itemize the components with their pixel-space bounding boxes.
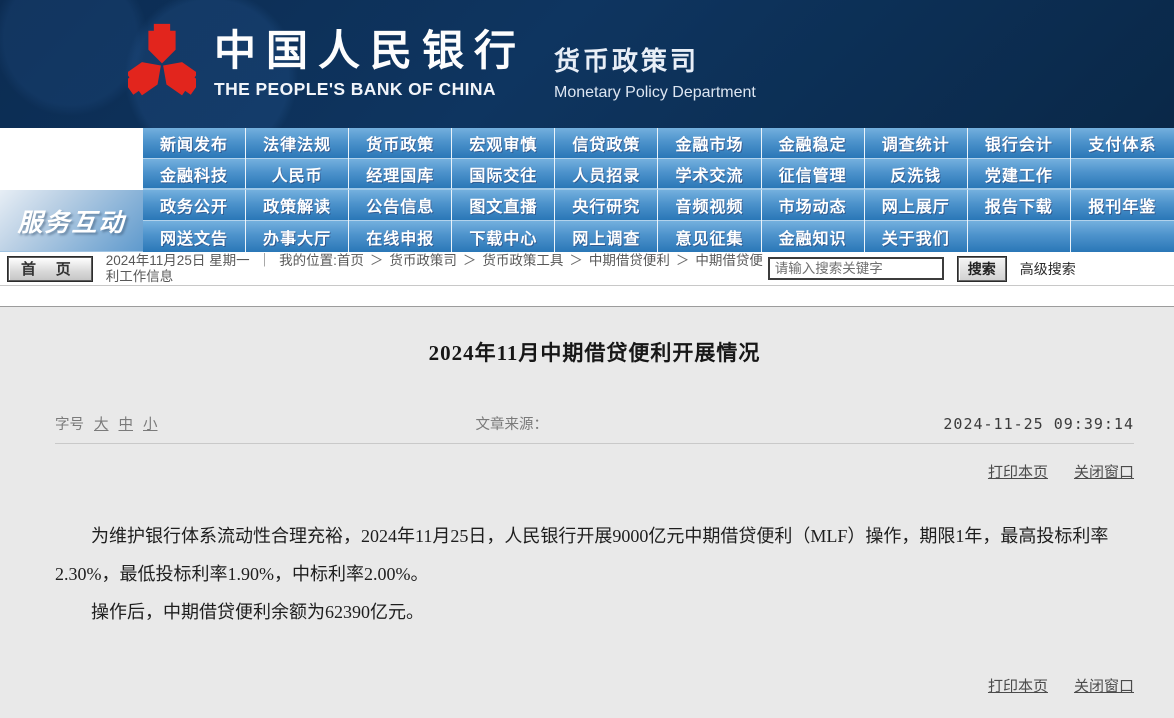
nav-item-online-exhibition[interactable]: 网上展厅 xyxy=(865,190,968,221)
breadcrumb-policy-tools[interactable]: 货币政策工具 xyxy=(482,253,563,268)
nav-item-credit-info[interactable]: 征信管理 xyxy=(762,159,865,190)
print-page-link[interactable]: 打印本页 xyxy=(988,461,1048,482)
service-interaction-block: 服务互动 xyxy=(0,190,143,252)
article-content: 2024年11月中期借贷便利开展情况 字号 大 中 小 文章来源： 2024-1… xyxy=(0,306,1174,718)
nav-item-online-survey[interactable]: 网上调查 xyxy=(555,221,658,252)
nav-item-about-us[interactable]: 关于我们 xyxy=(865,221,968,252)
nav-item-renminbi[interactable]: 人民币 xyxy=(246,159,349,190)
breadcrumb: 2024年11月25日 星期一｜我的位置:首页＞货币政策司＞货币政策工具＞中期借… xyxy=(106,253,768,285)
nav-item-news[interactable]: 新闻发布 xyxy=(143,128,246,159)
nav-item-accounting[interactable]: 银行会计 xyxy=(968,128,1071,159)
current-date: 2024年11月25日 星期一 xyxy=(106,253,250,268)
search-button[interactable]: 搜索 xyxy=(958,257,1006,281)
nav-item-fintech[interactable]: 金融科技 xyxy=(143,159,246,190)
nav-item-financial-stability[interactable]: 金融稳定 xyxy=(762,128,865,159)
breadcrumb-bar: 首 页 2024年11月25日 星期一｜我的位置:首页＞货币政策司＞货币政策工具… xyxy=(0,252,1174,286)
nav-row-3: 政务公开 政策解读 公告信息 图文直播 央行研究 音频视频 市场动态 网上展厅 … xyxy=(143,190,1174,221)
nav-item-report-download[interactable]: 报告下载 xyxy=(968,190,1071,221)
search-input[interactable] xyxy=(768,257,944,280)
font-size-label: 字号 xyxy=(55,413,84,434)
nav-row-4: 网送文告 办事大厅 在线申报 下载中心 网上调查 意见征集 金融知识 关于我们 xyxy=(143,221,1174,252)
nav-item-financial-markets[interactable]: 金融市场 xyxy=(658,128,761,159)
bank-name-en: THE PEOPLE'S BANK OF CHINA xyxy=(214,79,526,100)
print-page-link[interactable]: 打印本页 xyxy=(988,675,1048,696)
bank-name-block: 中国人民银行 THE PEOPLE'S BANK OF CHINA xyxy=(214,29,526,100)
font-size-group: 字号 大 中 小 xyxy=(55,413,158,434)
article-actions-top: 打印本页 关闭窗口 xyxy=(55,461,1134,482)
breadcrumb-separator: ＞ xyxy=(563,253,589,268)
nav-item-solicit-opinions[interactable]: 意见征集 xyxy=(658,221,761,252)
search-zone: 搜索 高级搜索 xyxy=(768,257,1076,281)
nav-item-payment-systems[interactable]: 支付体系 xyxy=(1071,128,1174,159)
meta-divider xyxy=(55,443,1134,444)
pboc-logo xyxy=(128,21,196,108)
bank-name-cn: 中国人民银行 xyxy=(214,29,526,75)
nav-item-web-notices[interactable]: 网送文告 xyxy=(143,221,246,252)
nav-item-credit-policy[interactable]: 信贷政策 xyxy=(555,128,658,159)
article-actions-bottom: 打印本页 关闭窗口 xyxy=(55,675,1134,696)
nav-item-periodicals[interactable]: 报刊年鉴 xyxy=(1071,190,1174,221)
nav-item-monetary-policy[interactable]: 货币政策 xyxy=(349,128,452,159)
nav-item-recruitment[interactable]: 人员招录 xyxy=(555,159,658,190)
nav-row-1: 新闻发布 法律法规 货币政策 宏观审慎 信贷政策 金融市场 金融稳定 调查统计 … xyxy=(143,128,1174,159)
font-size-medium-link[interactable]: 中 xyxy=(119,413,134,434)
department-name-cn: 货币政策司 xyxy=(554,41,756,78)
home-button[interactable]: 首 页 xyxy=(8,257,92,281)
nav-item-online-declaration[interactable]: 在线申报 xyxy=(349,221,452,252)
advanced-search-link[interactable]: 高级搜索 xyxy=(1020,259,1076,279)
nav-item-audio-video[interactable]: 音频视频 xyxy=(658,190,761,221)
article-source-label: 文章来源： xyxy=(476,413,549,434)
nav-item-policy-interpretation[interactable]: 政策解读 xyxy=(246,190,349,221)
close-window-link[interactable]: 关闭窗口 xyxy=(1074,461,1134,482)
nav-item-statistics[interactable]: 调查统计 xyxy=(865,128,968,159)
nav-item-announcements[interactable]: 公告信息 xyxy=(349,190,452,221)
location-label: 我的位置: xyxy=(279,253,337,268)
article-paragraph-1: 为维护银行体系流动性合理充裕，2024年11月25日，人民银行开展9000亿元中… xyxy=(55,517,1134,593)
nav-item-download-center[interactable]: 下载中心 xyxy=(452,221,555,252)
breadcrumb-home[interactable]: 首页 xyxy=(337,253,364,268)
nav-item-service-hall[interactable]: 办事大厅 xyxy=(246,221,349,252)
nav-item-treasury[interactable]: 经理国库 xyxy=(349,159,452,190)
font-size-small-link[interactable]: 小 xyxy=(143,413,158,434)
font-size-large-link[interactable]: 大 xyxy=(94,413,109,434)
site-header: 中国人民银行 THE PEOPLE'S BANK OF CHINA 货币政策司 … xyxy=(0,0,1174,128)
nav-item-laws[interactable]: 法律法规 xyxy=(246,128,349,159)
nav-item-anti-money-laundering[interactable]: 反洗钱 xyxy=(865,159,968,190)
breadcrumb-separator: ＞ xyxy=(364,253,390,268)
close-window-link[interactable]: 关闭窗口 xyxy=(1074,675,1134,696)
department-name-en: Monetary Policy Department xyxy=(554,84,756,102)
article-body: 为维护银行体系流动性合理充裕，2024年11月25日，人民银行开展9000亿元中… xyxy=(55,517,1134,631)
breadcrumb-pipe: ｜ xyxy=(250,253,280,268)
department-block: 货币政策司 Monetary Policy Department xyxy=(554,27,756,102)
article-paragraph-2: 操作后，中期借贷便利余额为62390亿元。 xyxy=(55,593,1134,631)
nav-empty-cell xyxy=(1071,159,1174,190)
breadcrumb-separator: ＞ xyxy=(670,253,696,268)
article-timestamp: 2024-11-25 09:39:14 xyxy=(943,415,1134,433)
breadcrumb-separator: ＞ xyxy=(457,253,483,268)
main-nav-bottom: 服务互动 政务公开 政策解读 公告信息 图文直播 央行研究 音频视频 市场动态 … xyxy=(0,190,1174,252)
nav-empty-cell xyxy=(968,221,1071,252)
pboc-emblem-icon xyxy=(128,21,196,103)
breadcrumb-mlf[interactable]: 中期借贷便利 xyxy=(589,253,670,268)
nav-item-party-building[interactable]: 党建工作 xyxy=(968,159,1071,190)
service-interaction-label: 服务互动 xyxy=(17,203,125,239)
nav-item-financial-knowledge[interactable]: 金融知识 xyxy=(762,221,865,252)
nav-item-international[interactable]: 国际交往 xyxy=(452,159,555,190)
spacer xyxy=(0,286,1174,306)
nav-left-spacer xyxy=(0,128,143,190)
nav-row-2: 金融科技 人民币 经理国库 国际交往 人员招录 学术交流 征信管理 反洗钱 党建… xyxy=(143,159,1174,190)
main-nav-top: 新闻发布 法律法规 货币政策 宏观审慎 信贷政策 金融市场 金融稳定 调查统计 … xyxy=(0,128,1174,190)
nav-item-market-dynamics[interactable]: 市场动态 xyxy=(762,190,865,221)
article-meta-row: 字号 大 中 小 文章来源： 2024-11-25 09:39:14 xyxy=(55,413,1134,434)
page-title: 2024年11月中期借贷便利开展情况 xyxy=(55,337,1134,367)
nav-item-macroprudential[interactable]: 宏观审慎 xyxy=(452,128,555,159)
nav-item-gov-disclosure[interactable]: 政务公开 xyxy=(143,190,246,221)
nav-item-research[interactable]: 央行研究 xyxy=(555,190,658,221)
nav-empty-cell xyxy=(1071,221,1174,252)
breadcrumb-mpd[interactable]: 货币政策司 xyxy=(389,253,457,268)
nav-item-academic[interactable]: 学术交流 xyxy=(658,159,761,190)
nav-item-live-broadcast[interactable]: 图文直播 xyxy=(452,190,555,221)
